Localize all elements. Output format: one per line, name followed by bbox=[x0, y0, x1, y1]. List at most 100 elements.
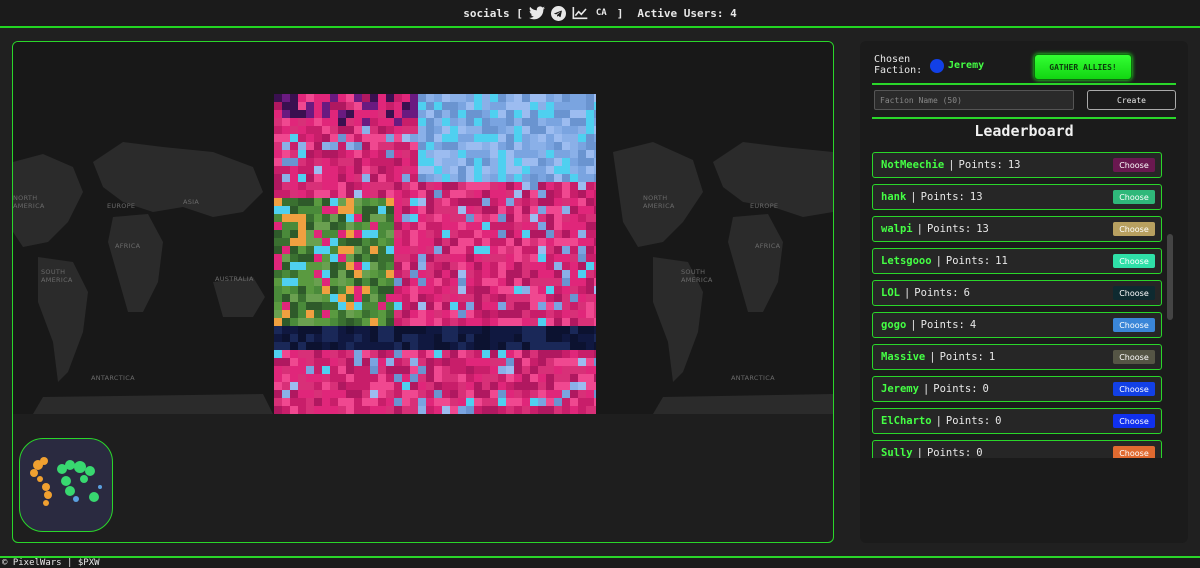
pixel-cell[interactable] bbox=[298, 126, 306, 134]
pixel-cell[interactable] bbox=[354, 246, 362, 254]
pixel-cell[interactable] bbox=[474, 142, 482, 150]
pixel-cell[interactable] bbox=[594, 158, 596, 166]
pixel-cell[interactable] bbox=[410, 94, 418, 102]
pixel-cell[interactable] bbox=[322, 358, 330, 366]
pixel-cell[interactable] bbox=[362, 230, 370, 238]
pixel-cell[interactable] bbox=[314, 398, 322, 406]
pixel-cell[interactable] bbox=[522, 382, 530, 390]
pixel-cell[interactable] bbox=[442, 190, 450, 198]
pixel-cell[interactable] bbox=[274, 286, 282, 294]
pixel-cell[interactable] bbox=[378, 126, 386, 134]
pixel-cell[interactable] bbox=[346, 310, 354, 318]
pixel-cell[interactable] bbox=[290, 174, 298, 182]
pixel-cell[interactable] bbox=[442, 158, 450, 166]
pixel-cell[interactable] bbox=[490, 350, 498, 358]
pixel-cell[interactable] bbox=[290, 94, 298, 102]
pixel-cell[interactable] bbox=[346, 374, 354, 382]
pixel-cell[interactable] bbox=[490, 358, 498, 366]
pixel-cell[interactable] bbox=[370, 278, 378, 286]
pixel-cell[interactable] bbox=[514, 398, 522, 406]
pixel-cell[interactable] bbox=[298, 318, 306, 326]
pixel-cell[interactable] bbox=[418, 238, 426, 246]
pixel-cell[interactable] bbox=[346, 270, 354, 278]
pixel-cell[interactable] bbox=[338, 254, 346, 262]
pixel-cell[interactable] bbox=[482, 382, 490, 390]
pixel-cell[interactable] bbox=[282, 342, 290, 350]
pixel-cell[interactable] bbox=[538, 134, 546, 142]
pixel-cell[interactable] bbox=[434, 230, 442, 238]
pixel-cell[interactable] bbox=[306, 270, 314, 278]
pixel-cell[interactable] bbox=[434, 254, 442, 262]
pixel-cell[interactable] bbox=[274, 102, 282, 110]
pixel-cell[interactable] bbox=[274, 198, 282, 206]
pixel-cell[interactable] bbox=[322, 118, 330, 126]
pixel-cell[interactable] bbox=[538, 302, 546, 310]
pixel-cell[interactable] bbox=[378, 270, 386, 278]
pixel-cell[interactable] bbox=[562, 302, 570, 310]
pixel-cell[interactable] bbox=[338, 206, 346, 214]
pixel-cell[interactable] bbox=[482, 238, 490, 246]
pixel-cell[interactable] bbox=[370, 134, 378, 142]
pixel-cell[interactable] bbox=[554, 126, 562, 134]
pixel-cell[interactable] bbox=[562, 126, 570, 134]
pixel-cell[interactable] bbox=[538, 102, 546, 110]
pixel-cell[interactable] bbox=[418, 374, 426, 382]
pixel-cell[interactable] bbox=[482, 214, 490, 222]
pixel-cell[interactable] bbox=[410, 326, 418, 334]
pixel-cell[interactable] bbox=[434, 390, 442, 398]
pixel-cell[interactable] bbox=[290, 198, 298, 206]
pixel-cell[interactable] bbox=[490, 134, 498, 142]
pixel-cell[interactable] bbox=[418, 254, 426, 262]
pixel-cell[interactable] bbox=[386, 390, 394, 398]
pixel-cell[interactable] bbox=[346, 150, 354, 158]
pixel-cell[interactable] bbox=[314, 142, 322, 150]
pixel-cell[interactable] bbox=[530, 398, 538, 406]
pixel-cell[interactable] bbox=[282, 118, 290, 126]
pixel-cell[interactable] bbox=[426, 230, 434, 238]
pixel-cell[interactable] bbox=[530, 134, 538, 142]
gather-allies-button[interactable]: GATHER ALLIES! bbox=[1034, 54, 1132, 80]
pixel-cell[interactable] bbox=[498, 142, 506, 150]
pixel-cell[interactable] bbox=[578, 230, 586, 238]
pixel-cell[interactable] bbox=[578, 126, 586, 134]
pixel-cell[interactable] bbox=[394, 366, 402, 374]
pixel-cell[interactable] bbox=[338, 134, 346, 142]
pixel-cell[interactable] bbox=[498, 118, 506, 126]
pixel-cell[interactable] bbox=[562, 134, 570, 142]
pixel-cell[interactable] bbox=[322, 302, 330, 310]
pixel-cell[interactable] bbox=[506, 198, 514, 206]
pixel-cell[interactable] bbox=[274, 254, 282, 262]
pixel-cell[interactable] bbox=[522, 286, 530, 294]
pixel-cell[interactable] bbox=[450, 374, 458, 382]
map-panel[interactable]: NORTH AMERICA EUROPE ASIA AFRICA SOUTH A… bbox=[12, 41, 834, 543]
pixel-cell[interactable] bbox=[338, 166, 346, 174]
pixel-cell[interactable] bbox=[530, 166, 538, 174]
pixel-cell[interactable] bbox=[594, 166, 596, 174]
pixel-cell[interactable] bbox=[474, 246, 482, 254]
pixel-cell[interactable] bbox=[298, 270, 306, 278]
pixel-cell[interactable] bbox=[522, 278, 530, 286]
pixel-cell[interactable] bbox=[282, 150, 290, 158]
pixel-cell[interactable] bbox=[514, 302, 522, 310]
pixel-cell[interactable] bbox=[418, 342, 426, 350]
choose-button[interactable]: Choose bbox=[1113, 190, 1155, 204]
pixel-cell[interactable] bbox=[290, 294, 298, 302]
pixel-cell[interactable] bbox=[394, 182, 402, 190]
pixel-cell[interactable] bbox=[306, 118, 314, 126]
pixel-cell[interactable] bbox=[474, 270, 482, 278]
pixel-cell[interactable] bbox=[306, 318, 314, 326]
pixel-cell[interactable] bbox=[538, 350, 546, 358]
pixel-cell[interactable] bbox=[458, 246, 466, 254]
pixel-cell[interactable] bbox=[274, 134, 282, 142]
pixel-cell[interactable] bbox=[514, 254, 522, 262]
pixel-cell[interactable] bbox=[442, 310, 450, 318]
pixel-cell[interactable] bbox=[274, 334, 282, 342]
pixel-cell[interactable] bbox=[346, 318, 354, 326]
pixel-cell[interactable] bbox=[474, 358, 482, 366]
pixel-cell[interactable] bbox=[274, 238, 282, 246]
pixel-cell[interactable] bbox=[450, 270, 458, 278]
pixel-cell[interactable] bbox=[546, 102, 554, 110]
pixel-cell[interactable] bbox=[522, 366, 530, 374]
pixel-cell[interactable] bbox=[426, 214, 434, 222]
pixel-cell[interactable] bbox=[394, 134, 402, 142]
